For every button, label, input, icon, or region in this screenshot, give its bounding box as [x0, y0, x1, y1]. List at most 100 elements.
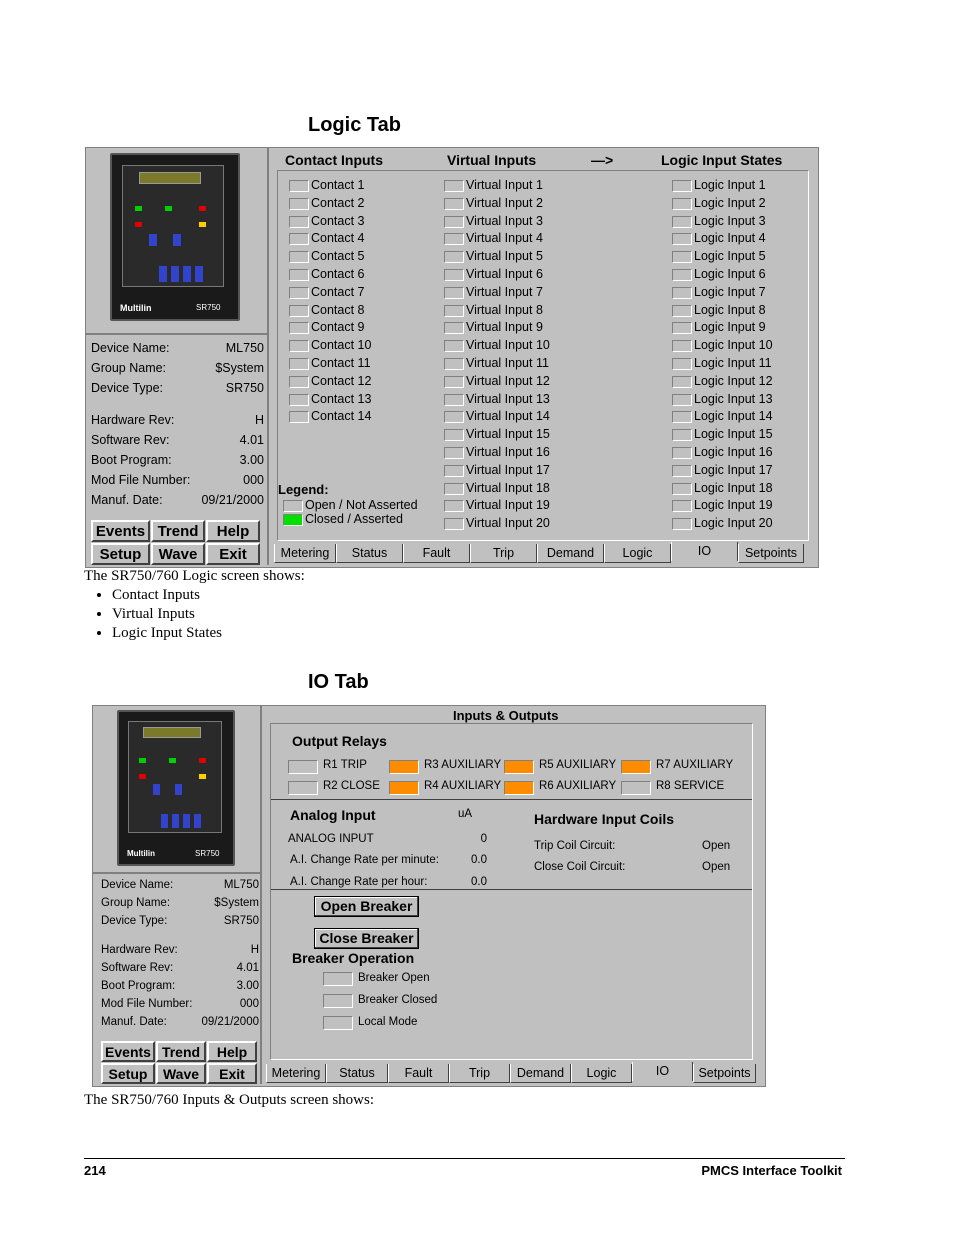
contact-inputs-header: Contact Inputs — [285, 152, 383, 168]
legend-open-label: Open / Not Asserted — [305, 498, 418, 512]
tab-logic[interactable]: Logic — [571, 1064, 632, 1083]
contact-input-indicator — [289, 322, 309, 335]
contact-input-label: Contact 7 — [311, 284, 365, 299]
trend-button[interactable]: Trend — [151, 520, 205, 542]
events-button[interactable]: Events — [101, 1041, 155, 1062]
contact-input-indicator — [289, 340, 309, 353]
logic-input-indicator — [672, 286, 692, 299]
tab-io[interactable]: IO — [671, 542, 738, 561]
relay-label: R3 AUXILIARY — [424, 759, 502, 771]
coil-row-value: Open — [702, 861, 731, 873]
tab-status[interactable]: Status — [326, 1064, 388, 1083]
exit-button[interactable]: Exit — [206, 543, 260, 565]
help-button[interactable]: Help — [207, 1041, 257, 1062]
contact-input-indicator — [289, 197, 309, 210]
list-item: Contact Inputs — [112, 586, 222, 605]
tab-demand[interactable]: Demand — [510, 1064, 571, 1083]
setup-button[interactable]: Setup — [91, 543, 150, 565]
virtual-input-label: Virtual Input 18 — [466, 480, 550, 495]
virtual-input-label: Virtual Input 5 — [466, 249, 543, 264]
virtual-input-label: Virtual Input 1 — [466, 178, 543, 192]
relay-label: R7 AUXILIARY — [656, 759, 734, 771]
footer-title: PMCS Interface Toolkit — [701, 1163, 842, 1178]
model-badge: SR750 — [195, 849, 220, 858]
list-item: Virtual Inputs — [112, 605, 222, 624]
contact-input-label: Contact 6 — [311, 267, 365, 281]
contact-input-label: Contact 10 — [311, 338, 372, 353]
logic-input-label: Logic Input 4 — [694, 231, 766, 246]
tab-logic[interactable]: Logic — [604, 544, 671, 563]
virtual-input-label: Virtual Input 10 — [466, 338, 550, 353]
io-caption: The SR750/760 Inputs & Outputs screen sh… — [84, 1092, 374, 1108]
list-item: Logic Input States — [112, 624, 222, 643]
events-button[interactable]: Events — [91, 520, 150, 542]
logic-screenshot: Multilin SR750 Device Name: ML750 Group N… — [85, 147, 819, 568]
logic-input-indicator — [672, 500, 692, 513]
close-breaker-button[interactable]: Close Breaker — [314, 928, 419, 949]
virtual-input-indicator — [444, 233, 464, 246]
breaker-open-label: Breaker Open — [358, 972, 430, 984]
logic-input-label: Logic Input 18 — [694, 480, 773, 495]
inputs-outputs-title: Inputs & Outputs — [453, 708, 559, 723]
logic-input-label: Logic Input 14 — [694, 409, 773, 424]
trend-button[interactable]: Trend — [156, 1041, 206, 1062]
tab-metering[interactable]: Metering — [274, 544, 336, 563]
device-info: Device Name: ML750 Group Name: $System Dev… — [91, 341, 264, 507]
virtual-input-label: Virtual Input 15 — [466, 427, 550, 442]
logic-input-label: Logic Input 15 — [694, 427, 773, 442]
open-breaker-button[interactable]: Open Breaker — [314, 896, 419, 917]
virtual-input-indicator — [444, 518, 464, 531]
logic-input-indicator — [672, 375, 692, 388]
tab-status[interactable]: Status — [336, 544, 403, 563]
tab-metering[interactable]: Metering — [266, 1064, 326, 1083]
logic-input-label: Logic Input 3 — [694, 213, 766, 228]
logic-input-indicator — [672, 518, 692, 531]
logic-input-indicator — [672, 393, 692, 406]
virtual-input-indicator — [444, 269, 464, 281]
logic-input-indicator — [672, 251, 692, 264]
virtual-input-indicator — [444, 447, 464, 459]
logic-input-states-header: Logic Input States — [661, 152, 783, 168]
wave-button[interactable]: Wave — [156, 1063, 206, 1084]
help-button[interactable]: Help — [206, 520, 260, 542]
contact-input-indicator — [289, 411, 309, 424]
virtual-input-label: Virtual Input 2 — [466, 195, 543, 210]
virtual-input-indicator — [444, 197, 464, 210]
coil-row-label: Trip Coil Circuit: — [534, 840, 616, 852]
logic-input-indicator — [672, 464, 692, 477]
legend-closed-swatch — [283, 514, 303, 526]
virtual-inputs-header: Virtual Inputs — [447, 152, 537, 168]
logic-input-indicator — [672, 197, 692, 210]
contact-input-indicator — [289, 286, 309, 299]
logic-input-label: Logic Input 20 — [694, 516, 773, 531]
output-relays-title: Output Relays — [292, 733, 387, 749]
relay-label: R4 AUXILIARY — [424, 780, 502, 792]
virtual-input-indicator — [444, 375, 464, 388]
tab-setpoints[interactable]: Setpoints — [738, 544, 804, 563]
analog-row-value: 0.0 — [471, 854, 487, 866]
tab-trip[interactable]: Trip — [470, 544, 537, 563]
logic-tab-heading: Logic Tab — [308, 114, 401, 136]
wave-button[interactable]: Wave — [151, 543, 205, 565]
virtual-input-indicator — [444, 393, 464, 406]
virtual-input-indicator — [444, 322, 464, 335]
model-badge: SR750 — [196, 303, 221, 312]
tab-fault[interactable]: Fault — [388, 1064, 449, 1083]
tab-setpoints[interactable]: Setpoints — [693, 1064, 756, 1083]
tab-demand[interactable]: Demand — [537, 544, 604, 563]
tab-fault[interactable]: Fault — [403, 544, 470, 563]
setup-button[interactable]: Setup — [101, 1063, 155, 1084]
logic-input-label: Logic Input 19 — [694, 498, 773, 513]
logic-input-indicator — [672, 269, 692, 281]
tab-io[interactable]: IO — [632, 1062, 693, 1081]
logic-input-label: Logic Input 5 — [694, 249, 766, 264]
multilin-logo: Multilin — [127, 849, 155, 858]
logic-input-label: Logic Input 8 — [694, 302, 766, 317]
virtual-input-label: Virtual Input 4 — [466, 231, 543, 246]
tab-trip[interactable]: Trip — [449, 1064, 510, 1083]
exit-button[interactable]: Exit — [207, 1063, 257, 1084]
analog-row-label: A.I. Change Rate per minute: — [290, 854, 439, 866]
logic-input-indicator — [672, 340, 692, 353]
virtual-input-label: Virtual Input 17 — [466, 462, 550, 477]
relay-indicator — [504, 760, 534, 774]
